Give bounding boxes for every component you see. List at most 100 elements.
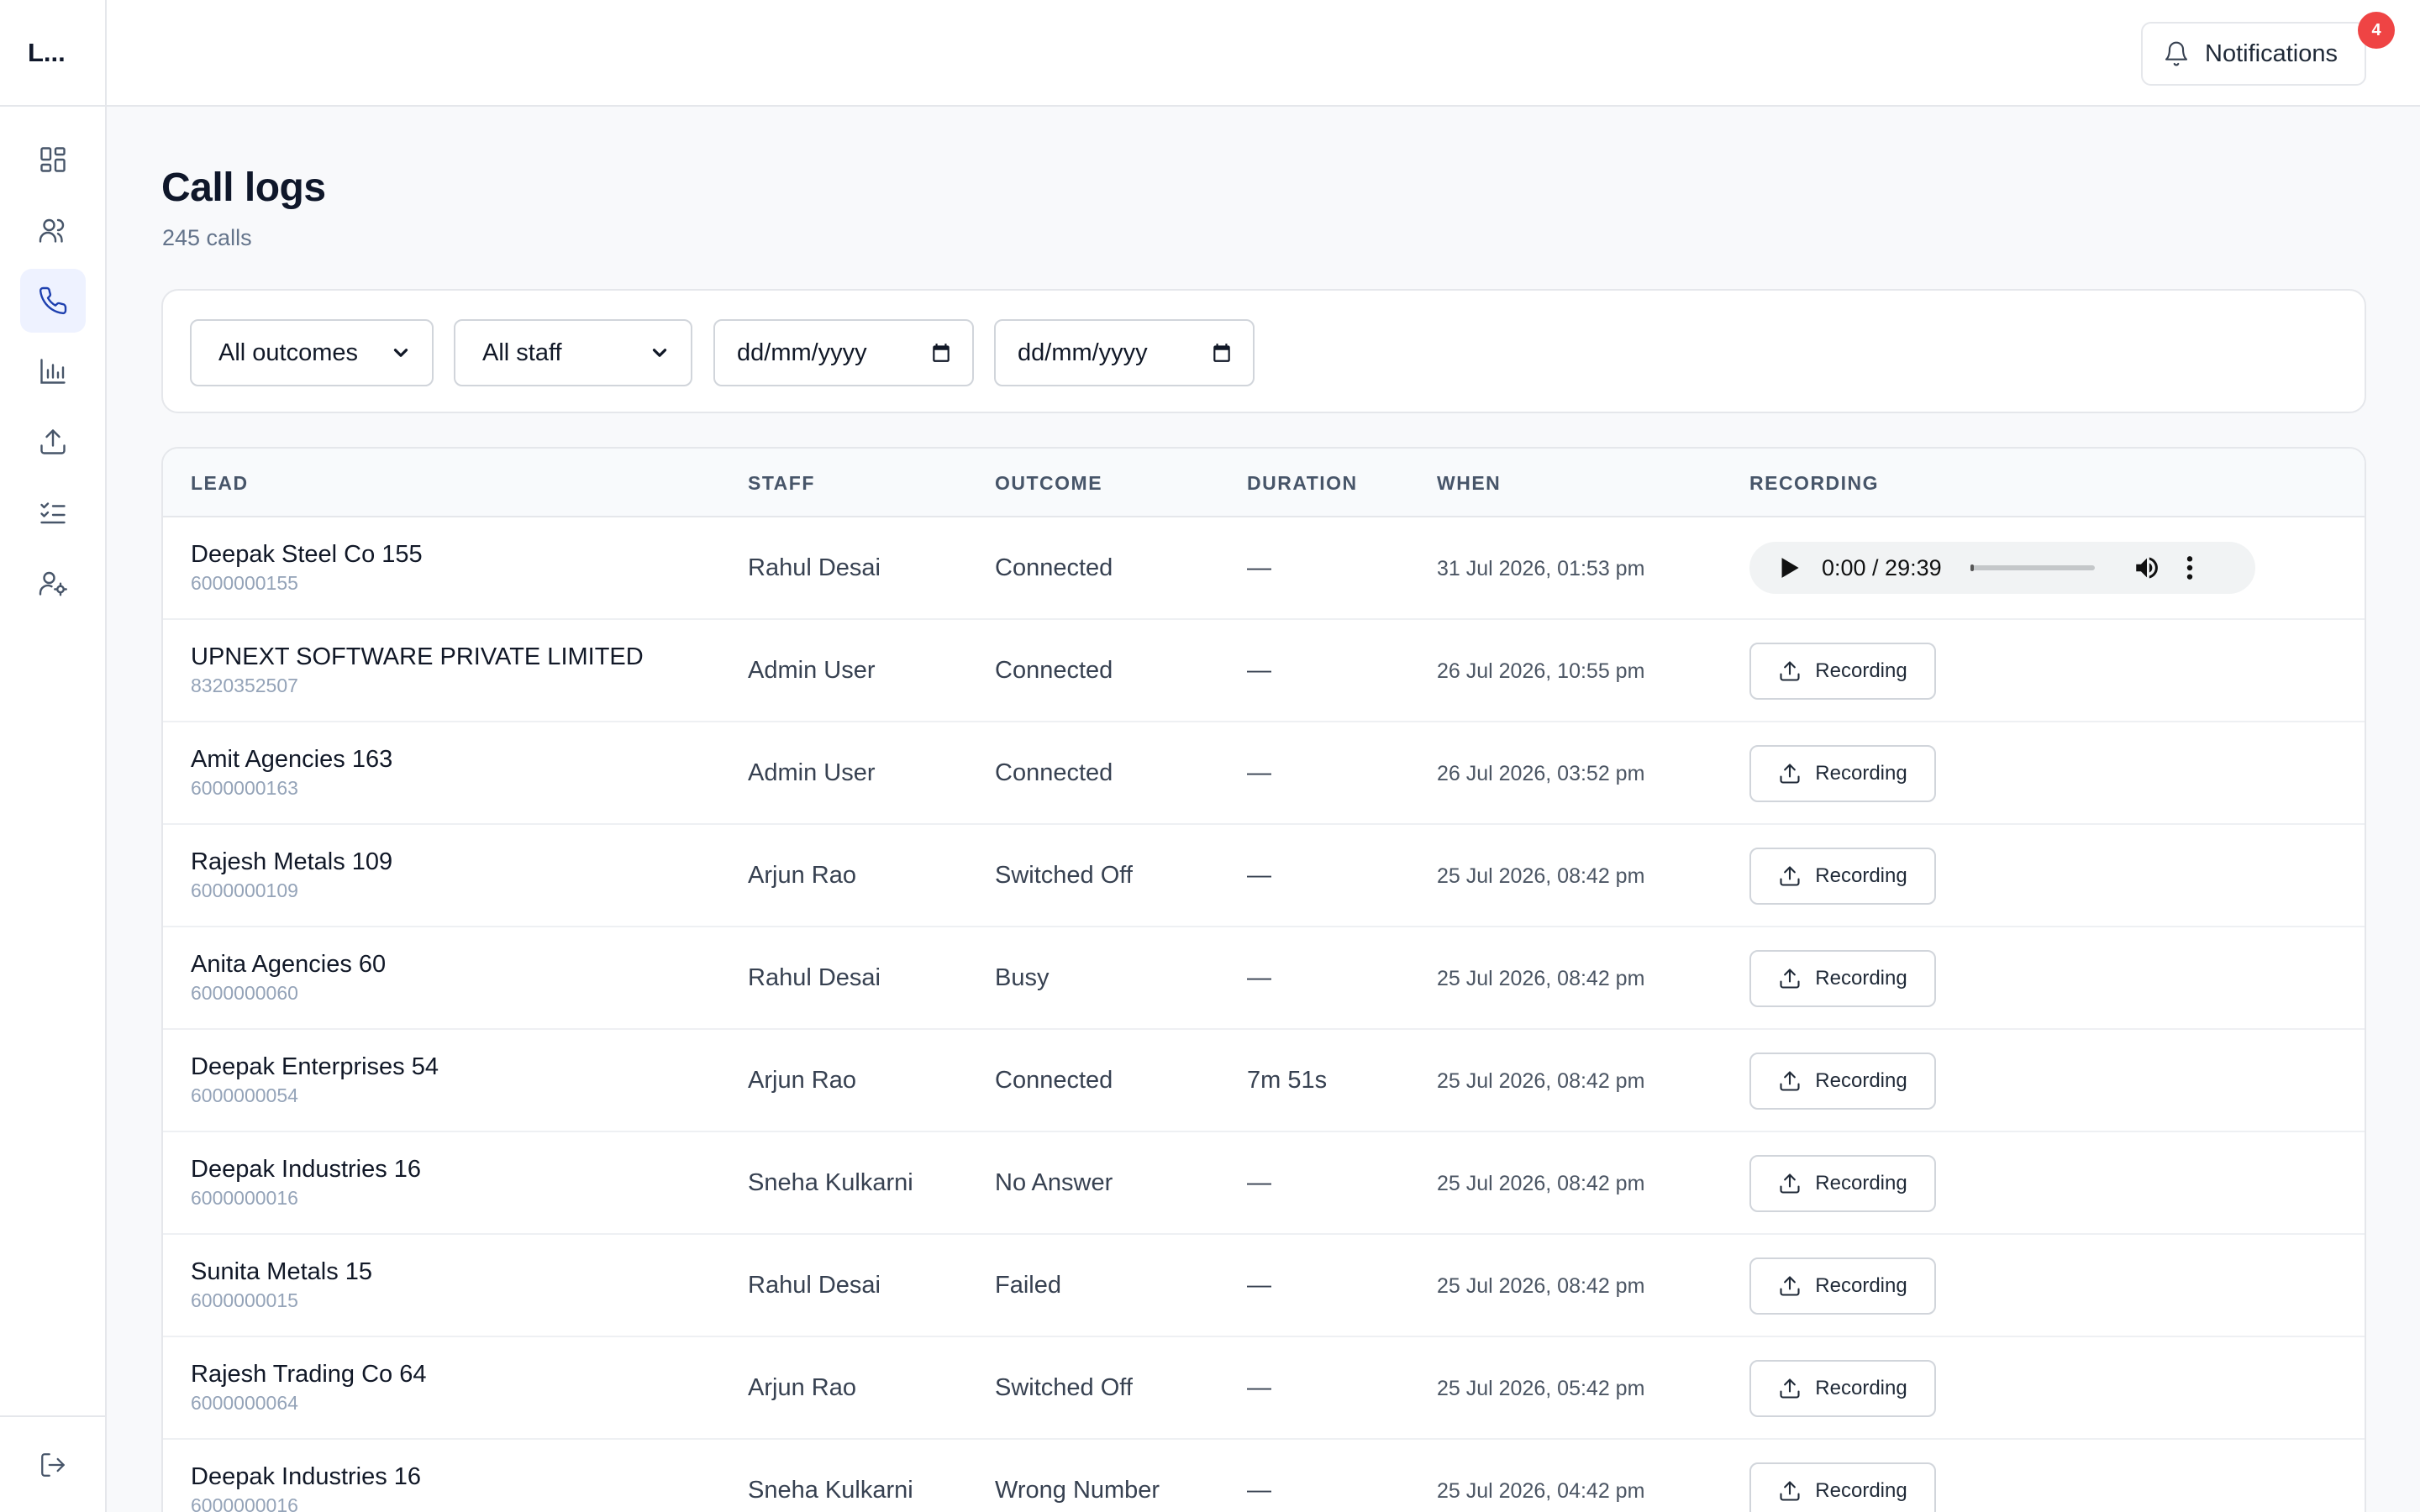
date-to-input[interactable]: dd/mm/yyyy <box>994 319 1255 386</box>
topbar: Notifications 4 <box>107 0 2420 107</box>
column-header-lead: LEAD <box>191 472 249 494</box>
upload-icon <box>1780 1276 1800 1296</box>
bar-chart-icon <box>40 359 66 384</box>
call-duration: — <box>1247 862 1271 889</box>
upload-recording-label: Recording <box>1815 1069 1907 1092</box>
lead-name[interactable]: Anita Agencies 60 <box>191 951 386 979</box>
call-time: 25 Jul 2026, 08:42 pm <box>1437 1274 1645 1298</box>
lead-name[interactable]: Deepak Industries 16 <box>191 1463 421 1491</box>
lead-name[interactable]: Deepak Enterprises 54 <box>191 1053 439 1081</box>
lead-phone: 6000000016 <box>191 1187 298 1209</box>
nav-user-settings[interactable] <box>20 551 86 615</box>
calendar-icon[interactable] <box>1211 342 1233 364</box>
call-time: 26 Jul 2026, 10:55 pm <box>1437 659 1645 683</box>
call-time: 26 Jul 2026, 03:52 pm <box>1437 762 1645 785</box>
lead-name[interactable]: Sunita Metals 15 <box>191 1258 372 1286</box>
upload-recording-button[interactable]: Recording <box>1749 1360 1936 1417</box>
logout-button[interactable] <box>0 1415 105 1512</box>
staff-select[interactable]: All staff <box>454 319 692 386</box>
upload-recording-button[interactable]: Recording <box>1749 1053 1936 1110</box>
bell-icon <box>2165 41 2188 66</box>
lead-name[interactable]: Deepak Steel Co 155 <box>191 541 423 569</box>
table-row[interactable]: Rajesh Trading Co 64 6000000064 Arjun Ra… <box>163 1337 2365 1440</box>
upload-recording-button[interactable]: Recording <box>1749 1155 1936 1212</box>
outcome-select-value: All outcomes <box>218 339 359 366</box>
notifications-count-badge: 4 <box>2358 12 2395 49</box>
date-from-input[interactable]: dd/mm/yyyy <box>713 319 974 386</box>
audio-progress-bar[interactable] <box>1970 564 2095 571</box>
upload-recording-button[interactable]: Recording <box>1749 1257 1936 1315</box>
sidebar: L... <box>0 0 107 1512</box>
lead-name[interactable]: Deepak Industries 16 <box>191 1156 421 1184</box>
table-row[interactable]: Deepak Industries 16 6000000016 Sneha Ku… <box>163 1132 2365 1235</box>
table-row[interactable]: Deepak Steel Co 155 6000000155 Rahul Des… <box>163 517 2365 620</box>
nav-import[interactable] <box>20 410 86 474</box>
upload-recording-label: Recording <box>1815 1479 1907 1502</box>
call-outcome: No Answer <box>995 1169 1113 1196</box>
staff-select-value: All staff <box>482 339 562 366</box>
lead-name[interactable]: Rajesh Metals 109 <box>191 848 392 876</box>
user-settings-icon <box>39 571 67 596</box>
upload-recording-button[interactable]: Recording <box>1749 1462 1936 1512</box>
call-outcome: Wrong Number <box>995 1477 1160 1504</box>
call-duration: — <box>1247 964 1271 991</box>
nav-dashboard[interactable] <box>20 128 86 192</box>
call-outcome: Connected <box>995 657 1113 684</box>
column-header-when: WHEN <box>1437 472 1502 494</box>
staff-name: Rahul Desai <box>748 964 881 991</box>
lead-phone: 6000000155 <box>191 572 298 594</box>
call-logs-table: LEAD STAFF OUTCOME DURATION WHEN RECORDI… <box>161 447 2366 1512</box>
notifications-button[interactable]: Notifications <box>2141 22 2366 86</box>
call-outcome: Connected <box>995 1067 1113 1094</box>
play-icon[interactable] <box>1780 557 1800 579</box>
nav-call-logs[interactable] <box>20 269 86 333</box>
table-row[interactable]: Rajesh Metals 109 6000000109 Arjun Rao S… <box>163 825 2365 927</box>
call-duration: — <box>1247 1272 1271 1299</box>
upload-recording-button[interactable]: Recording <box>1749 950 1936 1007</box>
volume-icon[interactable] <box>2132 554 2162 582</box>
lead-name[interactable]: Rajesh Trading Co 64 <box>191 1361 427 1389</box>
call-time: 25 Jul 2026, 08:42 pm <box>1437 864 1645 888</box>
upload-recording-label: Recording <box>1815 1172 1907 1194</box>
phone-icon <box>39 286 67 315</box>
table-row[interactable]: Amit Agencies 163 6000000163 Admin User … <box>163 722 2365 825</box>
lead-phone: 6000000064 <box>191 1392 298 1414</box>
table-row[interactable]: Anita Agencies 60 6000000060 Rahul Desai… <box>163 927 2365 1030</box>
calendar-icon[interactable] <box>930 342 952 364</box>
call-duration: — <box>1247 1374 1271 1401</box>
brand-logo[interactable]: L... <box>0 0 105 107</box>
page-title: Call logs <box>161 165 326 210</box>
lead-phone: 6000000015 <box>191 1289 298 1311</box>
table-row[interactable]: Sunita Metals 15 6000000015 Rahul Desai … <box>163 1235 2365 1337</box>
call-duration: — <box>1247 759 1271 786</box>
audio-player[interactable]: 0:00 / 29:39 <box>1749 542 2255 594</box>
call-duration: 7m 51s <box>1247 1067 1328 1094</box>
call-outcome: Busy <box>995 964 1050 991</box>
upload-recording-label: Recording <box>1815 864 1907 887</box>
staff-name: Arjun Rao <box>748 1067 856 1094</box>
outcome-select[interactable]: All outcomes <box>190 319 434 386</box>
notifications-label: Notifications <box>2205 39 2338 67</box>
date-to-placeholder: dd/mm/yyyy <box>1018 339 1148 366</box>
upload-recording-button[interactable]: Recording <box>1749 745 1936 802</box>
upload-recording-button[interactable]: Recording <box>1749 643 1936 700</box>
staff-name: Admin User <box>748 657 876 684</box>
table-row[interactable]: UPNEXT SOFTWARE PRIVATE LIMITED 83203525… <box>163 620 2365 722</box>
call-time: 25 Jul 2026, 05:42 pm <box>1437 1377 1645 1400</box>
table-row[interactable]: Deepak Enterprises 54 6000000054 Arjun R… <box>163 1030 2365 1132</box>
column-header-recording: RECORDING <box>1749 472 1880 494</box>
upload-recording-button[interactable]: Recording <box>1749 848 1936 905</box>
nav-tasks[interactable] <box>20 480 86 544</box>
upload-icon <box>1780 1378 1800 1399</box>
upload-icon <box>1780 1481 1800 1501</box>
more-vertical-icon[interactable] <box>2186 554 2194 581</box>
staff-name: Sneha Kulkarni <box>748 1169 913 1196</box>
filter-bar: All outcomes All staff dd/mm/yyyy dd/mm/… <box>161 289 2366 413</box>
lead-name[interactable]: UPNEXT SOFTWARE PRIVATE LIMITED <box>191 643 644 671</box>
lead-phone: 6000000016 <box>191 1494 298 1512</box>
table-row[interactable]: Deepak Industries 16 6000000016 Sneha Ku… <box>163 1440 2365 1512</box>
nav-reports[interactable] <box>20 339 86 403</box>
nav-leads[interactable] <box>20 198 86 262</box>
column-header-outcome: OUTCOME <box>995 472 1103 494</box>
lead-name[interactable]: Amit Agencies 163 <box>191 746 392 774</box>
